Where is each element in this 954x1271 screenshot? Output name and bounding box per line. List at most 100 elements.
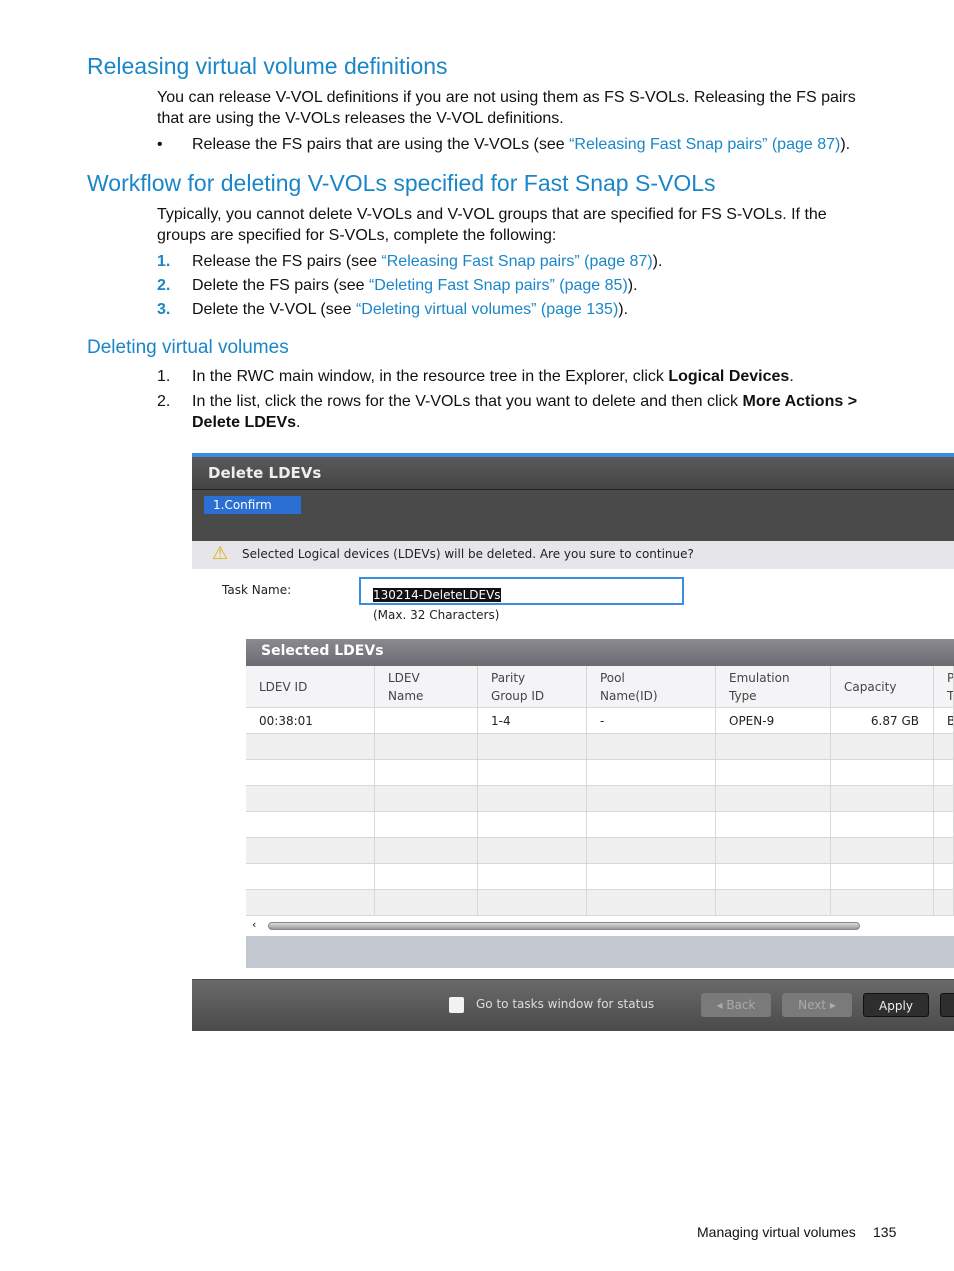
section-heading: Workflow for deleting V-VOLs specified f… — [87, 170, 716, 196]
step-number: 3. — [157, 301, 171, 318]
step-item: 1. In the RWC main window, in the resourc… — [157, 366, 794, 387]
column-header[interactable]: Capacity — [831, 666, 934, 707]
xref-link[interactable]: “Releasing Fast Snap pairs” (page 87) — [569, 136, 840, 153]
table-row[interactable]: 00:38:01 1-4-OPEN-96.87 GBB — [246, 708, 954, 734]
table-cell — [587, 734, 716, 759]
text-line: Typically, you cannot delete V-VOLs and … — [157, 206, 827, 223]
table-cell — [246, 760, 375, 785]
table-row[interactable] — [246, 734, 954, 760]
table-row[interactable] — [246, 864, 954, 890]
table-cell — [246, 786, 375, 811]
apply-button[interactable]: Apply — [863, 993, 929, 1017]
table-cell: - — [587, 708, 716, 733]
table-cell — [478, 786, 587, 811]
text-line: groups are specified for S-VOLs, complet… — [157, 227, 557, 244]
step-item: 2. Delete the FS pairs (see “Deleting Fas… — [157, 275, 638, 296]
table-cell — [716, 786, 831, 811]
table-cell — [478, 838, 587, 863]
table-cell — [246, 734, 375, 759]
text: . — [789, 368, 794, 385]
table-row[interactable] — [246, 812, 954, 838]
table-cell — [831, 760, 934, 785]
go-to-tasks-checkbox[interactable] — [449, 997, 464, 1013]
table-cell — [934, 760, 954, 785]
column-header[interactable]: Parity Group ID — [478, 666, 587, 707]
scrollbar-thumb[interactable] — [268, 922, 860, 930]
table-cell — [934, 838, 954, 863]
table-cell — [246, 812, 375, 837]
table-cell — [934, 864, 954, 889]
table-cell — [587, 838, 716, 863]
column-header[interactable]: LDEV ID — [246, 666, 375, 707]
text: ). — [627, 277, 638, 294]
table-cell: B — [934, 708, 954, 733]
next-button[interactable]: Next ▸ — [782, 993, 852, 1017]
column-header[interactable]: P T — [934, 666, 954, 707]
column-header[interactable]: Emulation Type — [716, 666, 831, 707]
cancel-button[interactable] — [940, 993, 954, 1017]
task-name-value: 130214-DeleteLDEVs — [373, 588, 501, 602]
table-cell — [934, 734, 954, 759]
table-cell — [934, 890, 954, 915]
step-number: 2. — [157, 277, 171, 294]
table-row[interactable] — [246, 760, 954, 786]
text: Release the FS pairs that are using the … — [192, 136, 570, 153]
table-cell — [716, 838, 831, 863]
table-cell: 6.87 GB — [831, 708, 934, 733]
table-cell — [478, 890, 587, 915]
ui-term: Delete LDEVs — [192, 414, 297, 431]
ui-term: Logical Devices — [668, 368, 790, 385]
step-number: 1. — [157, 368, 171, 385]
table-cell — [375, 812, 478, 837]
table-cell — [716, 890, 831, 915]
task-name-input[interactable]: 130214-DeleteLDEVs — [359, 577, 684, 605]
text: . — [296, 414, 301, 431]
bullet-item: • Release the FS pairs that are using the… — [157, 134, 850, 155]
task-name-label: Task Name: — [222, 583, 292, 597]
text: Release the FS pairs (see — [192, 253, 382, 270]
xref-link[interactable]: “Releasing Fast Snap pairs” (page 87) — [381, 253, 652, 270]
selected-ldevs-title: Selected LDEVs — [246, 639, 954, 666]
scroll-left-icon[interactable]: ‹ — [252, 918, 256, 931]
table-row[interactable] — [246, 890, 954, 916]
step-item: 3. Delete the V-VOL (see “Deleting virtua… — [157, 299, 628, 320]
table-cell — [716, 734, 831, 759]
step-item: 1. Release the FS pairs (see “Releasing F… — [157, 251, 662, 272]
text: Delete the V-VOL (see — [192, 301, 356, 318]
text: ). — [618, 301, 629, 318]
table-cell — [831, 734, 934, 759]
section-heading: Deleting virtual volumes — [87, 337, 289, 358]
text-line: You can release V-VOL definitions if you… — [157, 89, 856, 106]
table-cell — [375, 786, 478, 811]
table-cell — [587, 812, 716, 837]
page-number: 135 — [873, 1224, 897, 1240]
bullet: • — [157, 136, 163, 153]
table-cell — [375, 890, 478, 915]
table-row[interactable] — [246, 786, 954, 812]
text: Delete the FS pairs (see — [192, 277, 369, 294]
table-cell — [716, 812, 831, 837]
back-button[interactable]: ◂ Back — [701, 993, 771, 1017]
xref-link[interactable]: “Deleting virtual volumes” (page 135) — [356, 301, 618, 318]
table-cell — [478, 812, 587, 837]
xref-link[interactable]: “Deleting Fast Snap pairs” (page 85) — [369, 277, 628, 294]
table-row[interactable] — [246, 838, 954, 864]
table-cell — [478, 760, 587, 785]
table-cell — [716, 864, 831, 889]
table-cell — [375, 734, 478, 759]
table-cell — [587, 890, 716, 915]
table-cell — [478, 864, 587, 889]
table-cell — [375, 838, 478, 863]
section-heading: Releasing virtual volume definitions — [87, 53, 448, 79]
table-cell — [587, 786, 716, 811]
text: In the list, click the rows for the V-VO… — [192, 393, 743, 410]
table-cell — [375, 864, 478, 889]
step-number: 1. — [157, 253, 171, 270]
horizontal-scrollbar[interactable]: ‹ — [246, 916, 954, 936]
column-header[interactable]: LDEV Name — [375, 666, 478, 707]
column-header[interactable]: Pool Name(ID) — [587, 666, 716, 707]
dialog-title: Delete LDEVs — [208, 464, 322, 482]
table-cell — [716, 760, 831, 785]
step-tab-confirm[interactable]: 1.Confirm — [204, 496, 301, 514]
warning-message: Selected Logical devices (LDEVs) will be… — [242, 547, 694, 561]
